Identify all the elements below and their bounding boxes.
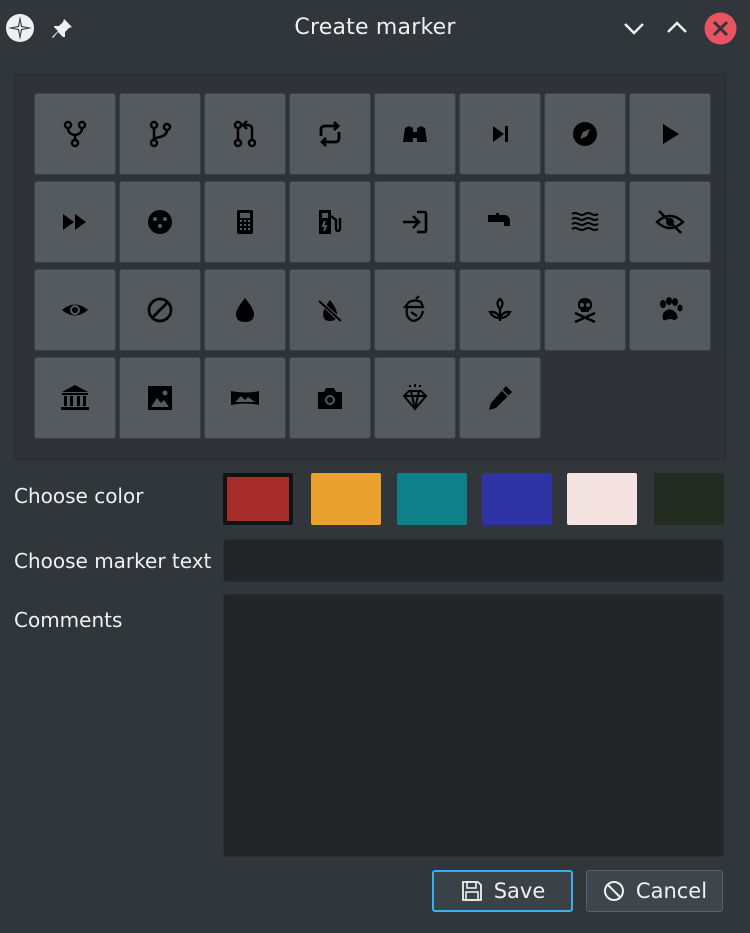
color-swatch-teal[interactable]: [397, 473, 467, 525]
icon-option-flower[interactable]: [459, 269, 541, 351]
marker-text-label: Choose marker text: [14, 549, 212, 573]
icon-option-binoculars[interactable]: [374, 93, 456, 175]
icon-option-faucet[interactable]: [459, 181, 541, 263]
pull-request-icon: [233, 120, 257, 148]
color-swatch-orange[interactable]: [311, 473, 381, 525]
icon-option-login[interactable]: [374, 181, 456, 263]
icon-option-fuel-station[interactable]: [289, 181, 371, 263]
icon-option-fork[interactable]: [34, 93, 116, 175]
icon-selection-panel: [14, 74, 726, 460]
login-icon: [403, 210, 428, 234]
chevron-up-icon[interactable]: [663, 14, 691, 42]
icon-option-water-off[interactable]: [289, 269, 371, 351]
faucet-icon: [488, 213, 510, 226]
paw-icon: [660, 297, 683, 321]
skull-crossbones-icon: [574, 298, 596, 324]
icon-option-calculator[interactable]: [204, 181, 286, 263]
dots-circle-icon: [148, 210, 172, 234]
icon-option-water-drop[interactable]: [204, 269, 286, 351]
title-bar: Create marker: [0, 0, 750, 58]
eye-off-icon: [655, 210, 685, 234]
comments-label: Comments: [14, 608, 123, 632]
sync-icon: [319, 121, 341, 147]
cancel-icon: [147, 297, 173, 323]
icon-option-pull-request[interactable]: [204, 93, 286, 175]
floppy-disk-icon: [461, 881, 482, 901]
eye-icon: [62, 304, 88, 316]
panorama-icon: [231, 391, 259, 405]
calculator-icon: [237, 210, 253, 234]
fuel-station-icon: [319, 210, 342, 234]
fast-forward-icon: [63, 214, 86, 230]
icon-option-paw[interactable]: [629, 269, 711, 351]
icon-option-eye-off[interactable]: [629, 181, 711, 263]
icon-option-skull-crossbones[interactable]: [544, 269, 626, 351]
comments-textarea[interactable]: [223, 594, 724, 857]
cancel-button-label: Cancel: [635, 879, 708, 903]
icon-option-compass[interactable]: [544, 93, 626, 175]
camera-icon: [318, 388, 342, 409]
icon-option-panorama[interactable]: [204, 357, 286, 439]
waves-icon: [571, 212, 599, 231]
close-icon[interactable]: [704, 12, 737, 45]
binoculars-icon: [403, 126, 427, 142]
icon-option-pen[interactable]: [459, 357, 541, 439]
branch-icon: [149, 120, 172, 148]
icon-option-skip-next[interactable]: [459, 93, 541, 175]
color-swatch-pale-pink[interactable]: [567, 473, 637, 525]
icon-option-eye[interactable]: [34, 269, 116, 351]
icon-option-camera[interactable]: [289, 357, 371, 439]
water-drop-icon: [236, 298, 254, 322]
pen-icon: [489, 386, 512, 410]
icon-grid: [34, 93, 711, 439]
fork-icon: [63, 120, 87, 148]
icon-option-diamond[interactable]: [374, 357, 456, 439]
icon-option-fast-forward[interactable]: [34, 181, 116, 263]
image-icon: [148, 386, 172, 410]
chevron-down-icon[interactable]: [620, 14, 648, 42]
icon-option-branch[interactable]: [119, 93, 201, 175]
save-button-label: Save: [493, 879, 546, 903]
icon-option-bank[interactable]: [34, 357, 116, 439]
choose-color-label: Choose color: [14, 484, 144, 508]
icon-option-sync[interactable]: [289, 93, 371, 175]
save-button[interactable]: Save: [432, 870, 573, 912]
compass-icon: [573, 122, 597, 146]
diamond-icon: [402, 384, 428, 411]
icon-option-waves[interactable]: [544, 181, 626, 263]
cancel-button[interactable]: Cancel: [586, 870, 723, 912]
icon-option-cancel[interactable]: [119, 269, 201, 351]
flower-icon: [488, 297, 512, 321]
marker-text-input[interactable]: [223, 539, 724, 582]
color-swatch-blue[interactable]: [482, 473, 552, 525]
color-swatch-dark-green[interactable]: [654, 473, 724, 525]
cancel-icon: [603, 881, 624, 901]
play-icon: [663, 124, 679, 144]
icon-option-play[interactable]: [629, 93, 711, 175]
icon-option-dots-circle[interactable]: [119, 181, 201, 263]
water-off-icon: [317, 299, 343, 323]
icon-option-image[interactable]: [119, 357, 201, 439]
acorn-icon: [402, 295, 425, 323]
color-swatch-red[interactable]: [223, 473, 293, 525]
icon-option-acorn[interactable]: [374, 269, 456, 351]
bank-icon: [61, 385, 89, 410]
skip-next-icon: [493, 126, 508, 142]
